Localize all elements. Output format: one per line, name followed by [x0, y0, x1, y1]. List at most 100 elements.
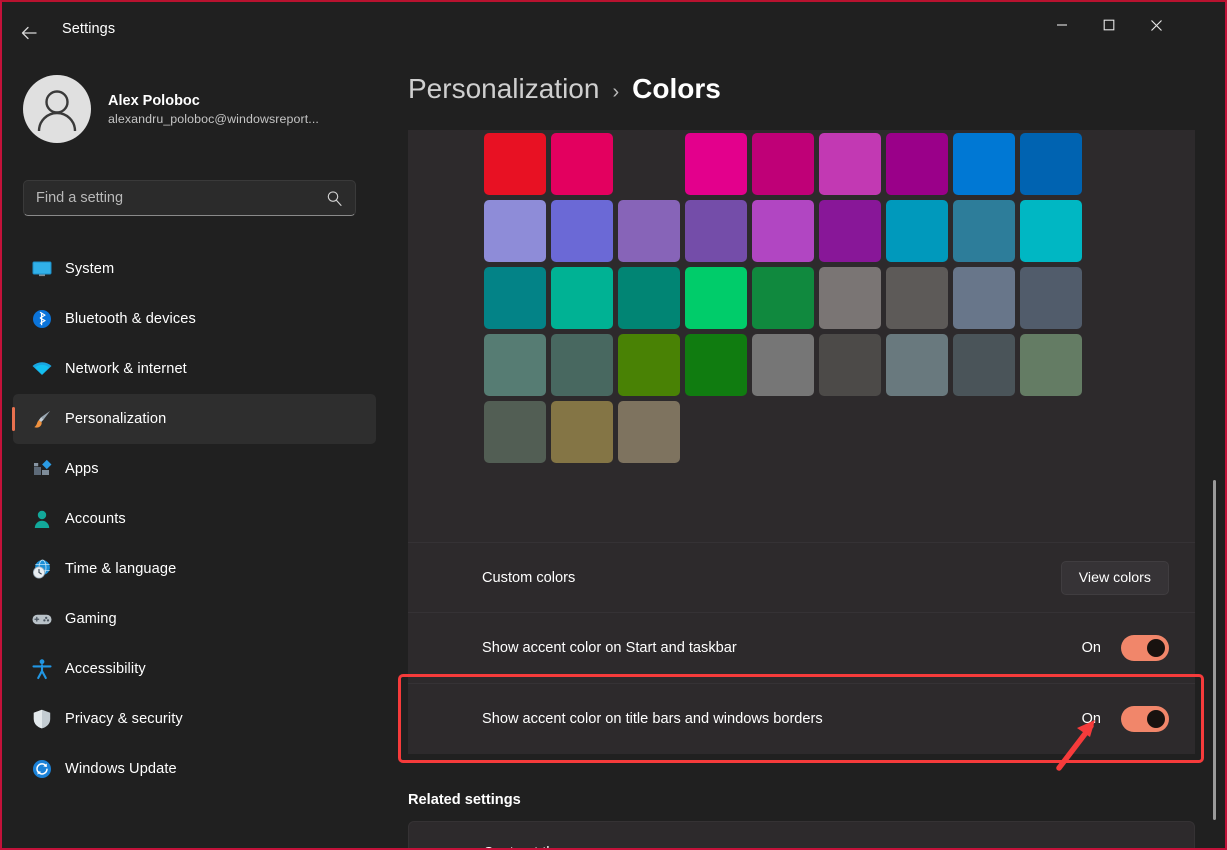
sidebar-item-windows-update[interactable]: Windows Update [13, 744, 376, 794]
sidebar-item-network-internet[interactable]: Network & internet [13, 344, 376, 394]
accent-swatch[interactable] [953, 267, 1015, 329]
accent-swatch[interactable] [484, 200, 546, 262]
accent-swatch-cell [816, 130, 883, 197]
maximize-button[interactable] [1086, 2, 1132, 48]
accent-swatch-cell [548, 398, 615, 465]
search-box[interactable]: Find a setting [23, 180, 356, 216]
accent-swatch[interactable] [484, 133, 546, 195]
sidebar-item-apps[interactable]: Apps [13, 444, 376, 494]
accent-swatch[interactable] [618, 133, 680, 195]
accent-swatch-cell [682, 264, 749, 331]
scrollbar-thumb[interactable] [1213, 480, 1216, 820]
back-button[interactable] [12, 16, 46, 50]
accent-swatch[interactable] [752, 133, 814, 195]
sidebar-item-label: Accessibility [65, 661, 146, 677]
page-title: Colors [632, 73, 721, 105]
breadcrumb-separator-icon: › [612, 81, 619, 104]
contrast-themes-title: Contrast themes [483, 845, 1158, 848]
accent-swatch[interactable] [685, 200, 747, 262]
accent-title-bars-label: Show accent color on title bars and wind… [482, 711, 1082, 727]
accent-swatch[interactable] [551, 334, 613, 396]
accent-swatch[interactable] [953, 334, 1015, 396]
accent-title-bars-toggle[interactable] [1121, 706, 1169, 732]
accent-swatch[interactable] [551, 401, 613, 463]
search-input[interactable]: Find a setting [36, 190, 326, 206]
accent-swatch[interactable] [953, 200, 1015, 262]
accent-swatch-cell [1017, 331, 1084, 398]
accent-swatch[interactable] [551, 267, 613, 329]
accent-swatch-cell [883, 264, 950, 331]
accent-swatch[interactable] [886, 334, 948, 396]
sidebar-item-accounts[interactable]: Accounts [13, 494, 376, 544]
accent-swatch-cell [615, 130, 682, 197]
sidebar-item-label: Privacy & security [65, 711, 183, 727]
accent-swatch[interactable] [618, 334, 680, 396]
search-icon [326, 190, 343, 207]
accent-swatch[interactable] [685, 267, 747, 329]
sidebar-item-time-language[interactable]: Time & language [13, 544, 376, 594]
accent-swatch[interactable] [1020, 133, 1082, 195]
maximize-icon [1103, 19, 1115, 31]
sidebar-item-label: Gaming [65, 611, 117, 627]
accent-start-taskbar-row: Show accent color on Start and taskbar O… [408, 612, 1195, 683]
accent-start-taskbar-state: On [1082, 640, 1101, 656]
accent-swatch[interactable] [484, 334, 546, 396]
accent-swatch[interactable] [886, 200, 948, 262]
sidebar-item-system[interactable]: System [13, 244, 376, 294]
accent-swatch[interactable] [551, 200, 613, 262]
accent-swatch[interactable] [1020, 200, 1082, 262]
accent-swatch[interactable] [886, 133, 948, 195]
accent-swatch[interactable] [819, 267, 881, 329]
accent-swatch-cell [682, 331, 749, 398]
accent-swatch-cell [615, 398, 682, 465]
contrast-themes-card[interactable]: Contrast themes Color themes for low vis… [408, 821, 1195, 848]
account-card[interactable]: Alex Poloboc alexandru_poloboc@windowsre… [23, 75, 319, 143]
sidebar-item-accessibility[interactable]: Accessibility [13, 644, 376, 694]
sidebar-item-label: System [65, 261, 114, 277]
accent-swatch[interactable] [618, 401, 680, 463]
toggle-knob [1147, 639, 1165, 657]
breadcrumb-parent[interactable]: Personalization [408, 73, 599, 105]
shield-icon [31, 708, 53, 730]
accent-swatch[interactable] [752, 267, 814, 329]
accent-swatch[interactable] [618, 267, 680, 329]
accent-swatch[interactable] [819, 200, 881, 262]
minimize-icon [1056, 19, 1068, 31]
accent-swatch[interactable] [752, 334, 814, 396]
accent-swatch-cell [950, 197, 1017, 264]
accent-swatch[interactable] [551, 133, 613, 195]
sidebar-item-privacy-security[interactable]: Privacy & security [13, 694, 376, 744]
accent-swatch-cell [481, 130, 548, 197]
accent-title-bars-state: On [1082, 711, 1101, 727]
avatar [23, 75, 91, 143]
accent-swatch[interactable] [1020, 267, 1082, 329]
accent-start-taskbar-toggle[interactable] [1121, 635, 1169, 661]
view-colors-button[interactable]: View colors [1061, 561, 1169, 595]
back-arrow-icon [19, 23, 39, 43]
accent-swatch-cell [950, 264, 1017, 331]
accent-swatch[interactable] [618, 200, 680, 262]
accent-swatch[interactable] [819, 334, 881, 396]
person-avatar-icon [23, 75, 91, 143]
accent-swatch[interactable] [1020, 334, 1082, 396]
accent-swatch[interactable] [752, 200, 814, 262]
scrollbar-track[interactable] [1209, 130, 1221, 848]
sidebar-item-bluetooth-devices[interactable]: Bluetooth & devices [13, 294, 376, 344]
accent-swatch-cell [615, 264, 682, 331]
accent-swatch[interactable] [484, 267, 546, 329]
accent-swatch[interactable] [886, 267, 948, 329]
accent-swatch[interactable] [484, 401, 546, 463]
accent-swatch[interactable] [953, 133, 1015, 195]
minimize-button[interactable] [1039, 2, 1085, 48]
close-button[interactable] [1133, 2, 1179, 48]
sidebar-item-label: Bluetooth & devices [65, 311, 196, 327]
accent-swatch[interactable] [685, 133, 747, 195]
sidebar-item-gaming[interactable]: Gaming [13, 594, 376, 644]
settings-scroll-area: Custom colors View colors Show accent co… [408, 130, 1213, 848]
apps-icon [31, 458, 53, 480]
sidebar-item-personalization[interactable]: Personalization [13, 394, 376, 444]
accent-swatch[interactable] [685, 334, 747, 396]
accent-swatch-cell [883, 197, 950, 264]
accent-swatch[interactable] [819, 133, 881, 195]
accent-color-grid [481, 130, 1084, 465]
